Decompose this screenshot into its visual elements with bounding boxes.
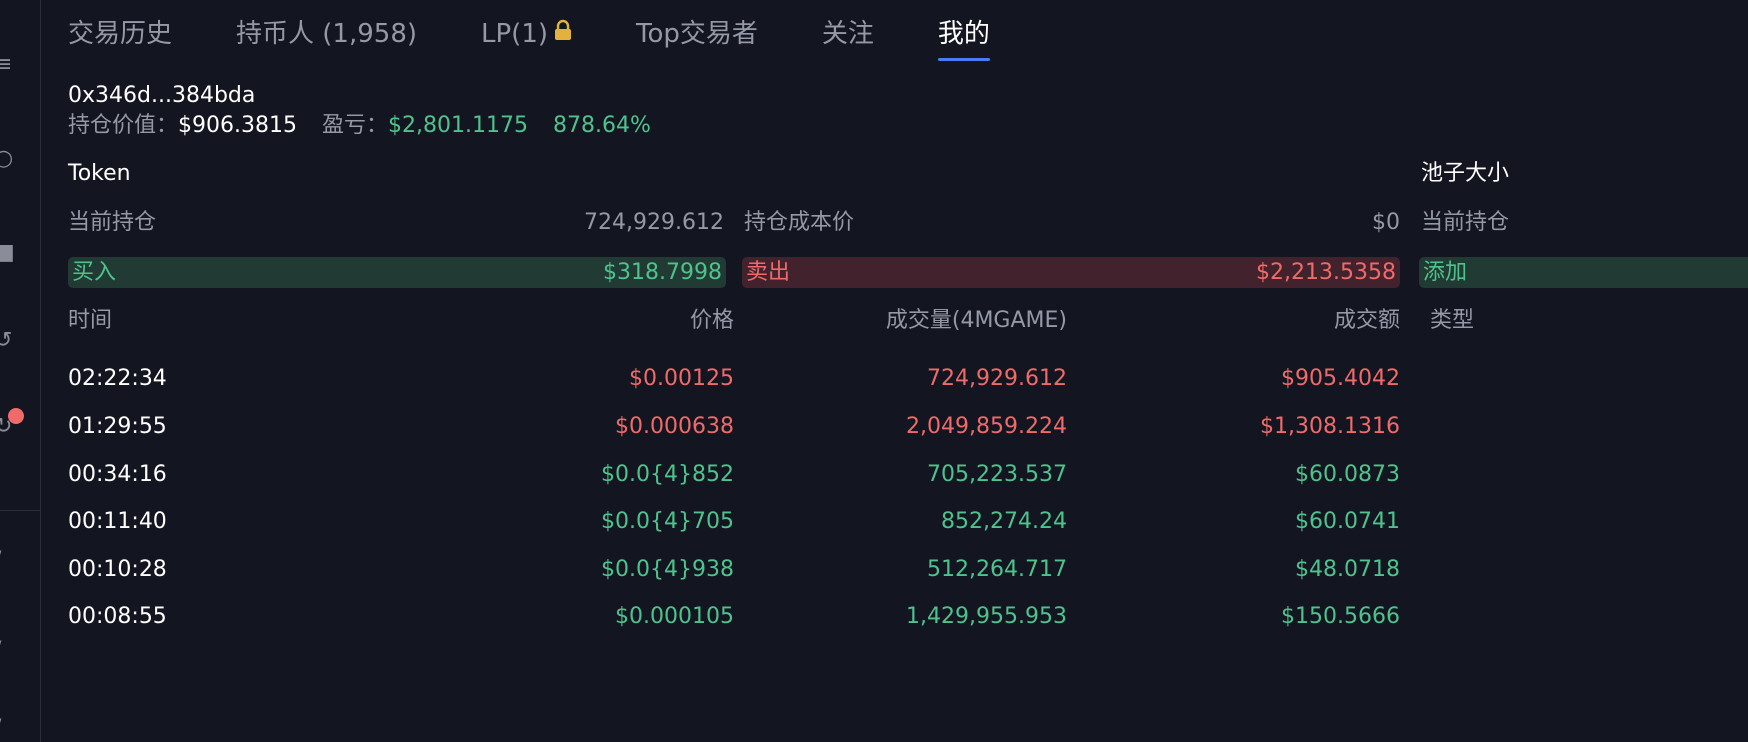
table-row[interactable]: 00:10:28 $0.0{4}938 512,264.717 $48.0718: [0, 548, 1748, 592]
trade-amount: $1,308.1316: [1260, 414, 1400, 439]
sell-value: $2,213.5358: [1256, 260, 1396, 285]
trade-volume: 1,429,955.953: [906, 604, 1067, 629]
wallet-address[interactable]: 0x346d...384bda: [68, 82, 255, 110]
tab-trade-history[interactable]: 交易历史: [68, 0, 172, 64]
sidebar-icon[interactable]: ≡: [0, 54, 12, 76]
lock-icon: [554, 17, 572, 49]
tab-label: 我的: [937, 19, 990, 49]
trade-volume: 2,049,859.224: [906, 414, 1067, 439]
cost-price-row: 持仓成本价 $0: [744, 208, 1400, 238]
position-value: $906.3815: [178, 113, 297, 138]
trade-amount: $60.0873: [1295, 462, 1400, 487]
trade-volume: 512,264.717: [927, 557, 1067, 582]
sidebar-icon[interactable]: ○: [0, 148, 13, 170]
tab-watchlist[interactable]: 关注: [822, 0, 874, 64]
buy-value: $318.7998: [603, 260, 722, 285]
column-header-amount[interactable]: 成交额: [1334, 306, 1400, 336]
add-liquidity-bar: 添加: [1419, 257, 1748, 288]
pool-holding-label: 当前持仓: [1421, 210, 1510, 235]
trade-price: $0.00125: [629, 366, 734, 391]
trade-time: 01:29:55: [68, 414, 167, 439]
token-section-title: Token: [68, 161, 131, 186]
trade-amount: $60.0741: [1295, 509, 1400, 534]
tab-top-traders[interactable]: Top交易者: [636, 0, 758, 64]
trade-time: 00:34:16: [68, 462, 167, 487]
cost-price-value: $0: [1372, 210, 1400, 235]
trade-time: 00:10:28: [68, 557, 167, 582]
current-holding-label: 当前持仓: [68, 210, 157, 235]
position-value-label: 持仓价值：: [68, 113, 179, 138]
trade-price: $0.0{4}705: [601, 509, 734, 534]
tab-mine[interactable]: 我的: [937, 0, 990, 64]
trade-price: $0.000638: [615, 414, 734, 439]
position-summary: 持仓价值：$906.3815 盈亏：$2,801.1175 878.64%: [68, 112, 651, 140]
buy-total-bar: 买入 $318.7998: [68, 257, 726, 288]
my-trades-panel: ≡ ○ ■ ↺ ↻ / / / 交易历史 持币人 (1,958) LP(1) T…: [0, 0, 1748, 742]
current-holding-row: 当前持仓 724,929.612: [68, 208, 724, 238]
trade-volume: 705,223.537: [927, 462, 1067, 487]
tab-label: LP(1): [481, 19, 549, 49]
column-header-price[interactable]: 价格: [690, 306, 734, 336]
table-row[interactable]: 00:11:40 $0.0{4}705 852,274.24 $60.0741: [0, 500, 1748, 544]
table-row[interactable]: 01:29:55 $0.000638 2,049,859.224 $1,308.…: [0, 405, 1748, 449]
tab-label: 交易历史: [68, 19, 173, 49]
pnl-percent: 878.64%: [552, 113, 651, 138]
trade-amount: $150.5666: [1281, 604, 1400, 629]
pnl-value: $2,801.1175: [388, 113, 528, 138]
tab-label: 持币人 (1,958): [236, 19, 418, 49]
table-row[interactable]: 00:08:55 $0.000105 1,429,955.953 $150.56…: [0, 595, 1748, 639]
trade-amount: $48.0718: [1295, 557, 1400, 582]
sidebar-icon[interactable]: ↺: [0, 330, 12, 352]
trade-price: $0.0{4}938: [601, 557, 734, 582]
trade-amount: $905.4042: [1281, 366, 1400, 391]
cost-price-label: 持仓成本价: [744, 210, 855, 235]
buy-label: 买入: [72, 260, 117, 285]
trade-price: $0.0{4}852: [601, 462, 734, 487]
column-header-time[interactable]: 时间: [68, 306, 112, 336]
current-holding-value: 724,929.612: [584, 210, 724, 235]
tab-bar: 交易历史 持币人 (1,958) LP(1) Top交易者 关注 我的: [68, 0, 990, 64]
column-header-type[interactable]: 类型: [1430, 306, 1474, 336]
pnl-label: 盈亏：: [322, 113, 389, 138]
sidebar-icon[interactable]: /: [0, 718, 8, 740]
column-header-volume[interactable]: 成交量(4MGAME): [886, 306, 1067, 336]
tab-lp[interactable]: LP(1): [481, 0, 572, 64]
trade-volume: 852,274.24: [941, 509, 1067, 534]
trade-time: 00:11:40: [68, 509, 167, 534]
trade-price: $0.000105: [615, 604, 734, 629]
sell-total-bar: 卖出 $2,213.5358: [742, 257, 1400, 288]
tab-label: 关注: [821, 19, 874, 49]
trade-time: 00:08:55: [68, 604, 167, 629]
trade-volume: 724,929.612: [927, 366, 1067, 391]
pool-section-title: 池子大小: [1421, 161, 1510, 186]
table-row[interactable]: 00:34:16 $0.0{4}852 705,223.537 $60.0873: [0, 453, 1748, 497]
tab-holders[interactable]: 持币人 (1,958): [236, 0, 417, 64]
trade-time: 02:22:34: [68, 366, 167, 391]
table-row[interactable]: 02:22:34 $0.00125 724,929.612 $905.4042: [0, 357, 1748, 401]
tab-label: Top交易者: [636, 19, 758, 49]
sell-label: 卖出: [746, 260, 791, 285]
sidebar-icon[interactable]: /: [0, 640, 8, 662]
sidebar-icon[interactable]: ■: [0, 242, 15, 264]
pool-holding-row: 当前持仓: [1421, 208, 1748, 238]
active-tab-indicator: [937, 58, 990, 61]
add-label: 添加: [1423, 260, 1468, 285]
